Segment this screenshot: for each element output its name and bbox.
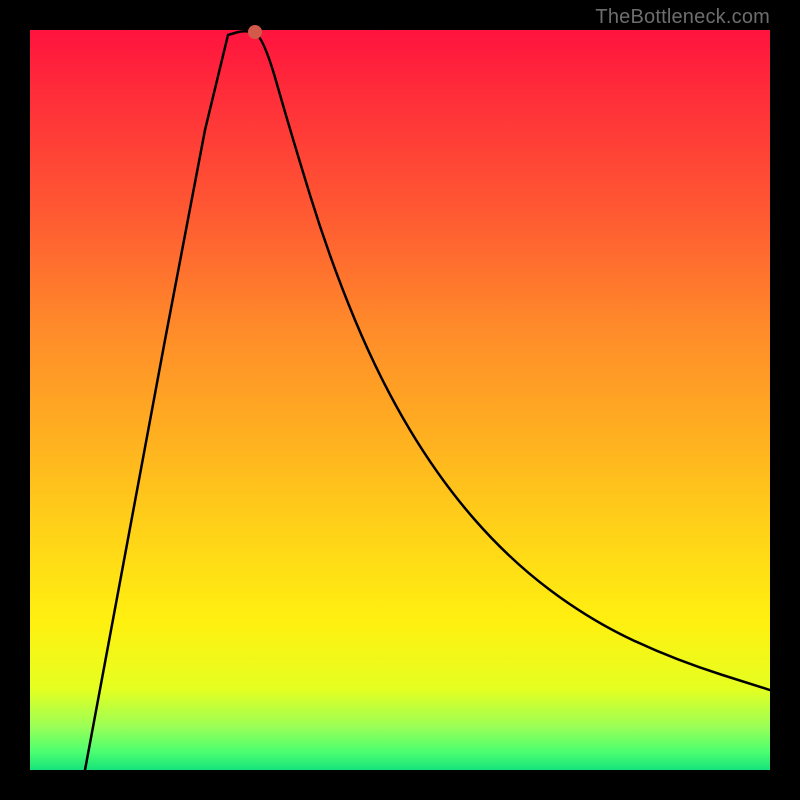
plot-area: [30, 30, 770, 770]
watermark-text: TheBottleneck.com: [595, 6, 770, 29]
chart-frame: TheBottleneck.com: [0, 0, 800, 800]
minimum-marker-dot: [248, 25, 262, 39]
bottleneck-curve: [30, 30, 770, 770]
curve-path: [85, 31, 770, 770]
